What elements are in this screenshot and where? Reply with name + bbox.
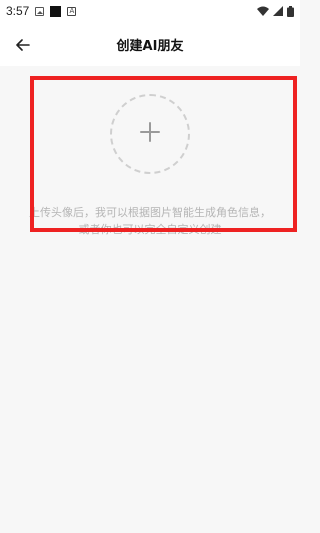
signal-icon	[273, 6, 283, 16]
gallery-notification-icon	[35, 6, 45, 16]
status-bar: 3:57 A	[0, 0, 300, 22]
back-button[interactable]	[12, 34, 34, 56]
a-notification-icon: A	[67, 6, 77, 16]
upload-hint-line-2: 或者你也可以完全自定义创建	[78, 223, 222, 236]
arrow-left-icon	[16, 36, 30, 55]
title-bar: 创建AI朋友	[0, 22, 300, 66]
status-right	[257, 5, 294, 17]
status-left: 3:57 A	[6, 4, 77, 18]
wifi-icon	[257, 6, 269, 16]
avatar-upload-button[interactable]	[110, 94, 190, 174]
app-notification-icon	[50, 5, 62, 17]
upload-hint: 上传头像后，我可以根据图片智能生成角色信息， 或者你也可以完全自定义创建	[12, 204, 288, 238]
page-title: 创建AI朋友	[116, 38, 184, 54]
plus-icon	[139, 121, 161, 147]
content-area: 上传头像后，我可以根据图片智能生成角色信息， 或者你也可以完全自定义创建	[0, 66, 300, 533]
battery-icon	[287, 5, 294, 17]
status-time: 3:57	[6, 4, 30, 18]
upload-hint-line-1: 上传头像后，我可以根据图片智能生成角色信息，	[29, 206, 271, 219]
